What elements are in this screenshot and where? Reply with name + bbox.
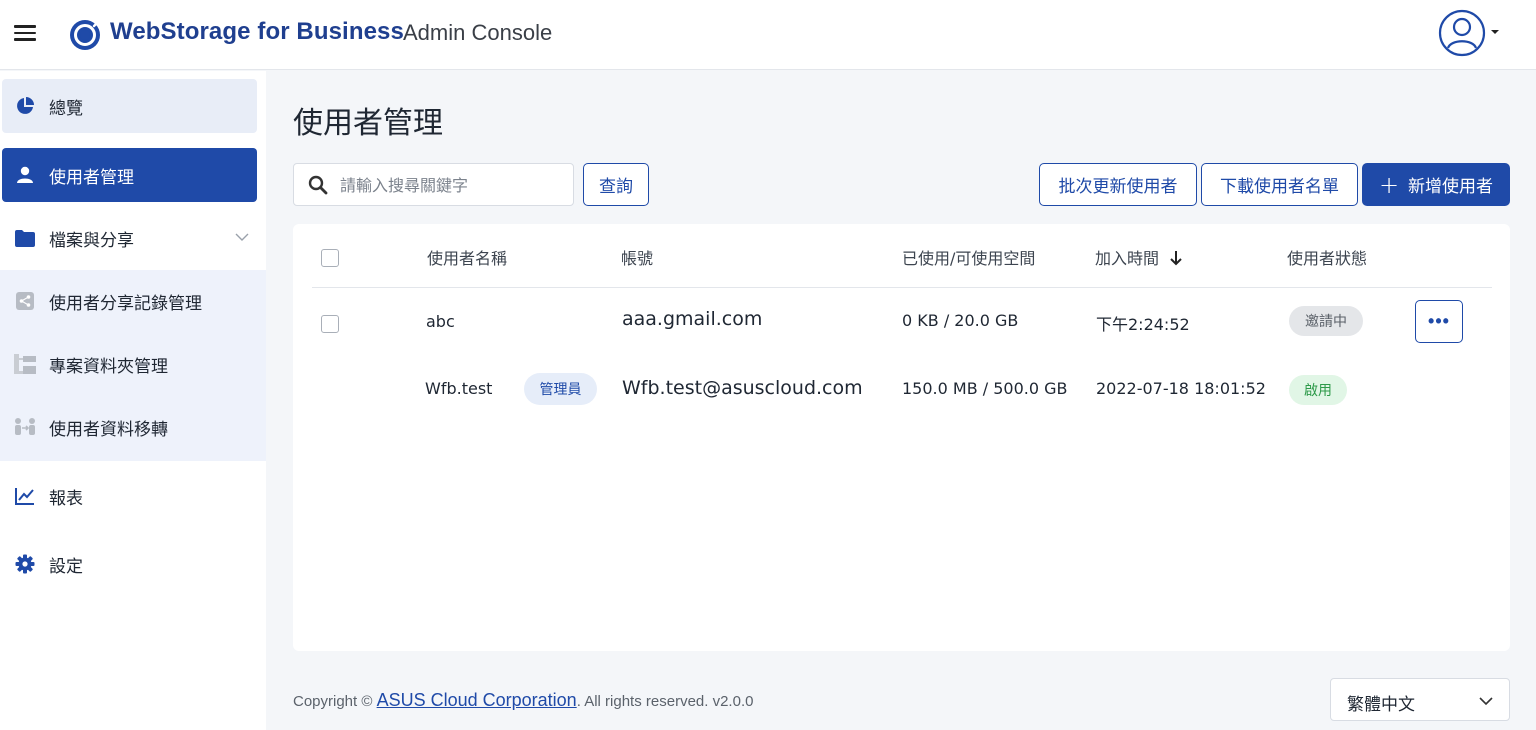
search-box: [293, 163, 574, 206]
sidebar-item-label: 總覽: [49, 98, 83, 119]
pie-chart-icon: [14, 95, 36, 117]
row-joined-time: 2022-07-18 18:01:52: [1096, 379, 1266, 398]
sidebar-item-files-sharing[interactable]: 檔案與分享: [2, 211, 257, 265]
copyright-text: Copyright © ASUS Cloud Corporation. All …: [293, 690, 753, 711]
more-actions-button[interactable]: •••: [1415, 300, 1463, 343]
gear-icon: [14, 553, 36, 575]
sidebar-item-label: 專案資料夾管理: [49, 356, 168, 377]
hamburger-menu-icon[interactable]: [14, 22, 36, 44]
column-header-username[interactable]: 使用者名稱: [427, 245, 507, 269]
sidebar-item-project-folders[interactable]: 專案資料夾管理: [2, 334, 257, 394]
sidebar-item-overview[interactable]: 總覽: [2, 79, 257, 133]
column-header-status[interactable]: 使用者狀態: [1287, 245, 1367, 269]
chevron-down-icon: [235, 233, 249, 241]
brand-name: WebStorage for Business: [110, 18, 404, 45]
copyright-suffix: . All rights reserved. v2.0.0: [576, 693, 754, 710]
select-all-checkbox[interactable]: [321, 249, 339, 267]
plus-icon: +: [1378, 170, 1400, 199]
sidebar-item-label: 使用者分享記錄管理: [49, 293, 202, 314]
sidebar-item-label: 使用者資料移轉: [49, 419, 168, 440]
row-username: abc: [426, 312, 455, 331]
sidebar-item-user-management[interactable]: 使用者管理: [2, 148, 257, 202]
chevron-down-icon: [1479, 697, 1493, 706]
sidebar-item-label: 設定: [49, 556, 83, 577]
user-icon: [14, 164, 36, 186]
share-icon: [14, 290, 36, 312]
top-header: WebStorage for Business Admin Console: [0, 0, 1536, 70]
copyright-prefix: Copyright ©: [293, 693, 377, 710]
webstorage-logo: [70, 20, 100, 50]
row-account: aaa.gmail.com: [622, 308, 763, 330]
sidebar-item-data-transfer[interactable]: 使用者資料移轉: [2, 397, 257, 457]
sort-arrow-down-icon[interactable]: [1169, 250, 1183, 266]
row-storage: 0 KB / 20.0 GB: [902, 311, 1019, 330]
files-submenu: 使用者分享記錄管理 專案資料夾管理 使用者資料移轉: [0, 270, 266, 461]
sidebar-item-settings[interactable]: 設定: [2, 537, 257, 591]
row-storage: 150.0 MB / 500.0 GB: [902, 379, 1068, 398]
line-chart-icon: [14, 485, 36, 507]
language-select[interactable]: 繁體中文: [1330, 678, 1510, 721]
row-account: Wfb.test@asuscloud.com: [622, 377, 863, 399]
user-avatar-icon[interactable]: [1438, 9, 1486, 57]
row-checkbox[interactable]: [321, 315, 339, 333]
company-link[interactable]: ASUS Cloud Corporation: [377, 690, 577, 710]
row-joined-time: 下午2:24:52: [1096, 315, 1190, 334]
header-divider: [312, 287, 1492, 288]
sidebar: 總覽 使用者管理 檔案與分享 使用者分享記錄管理 專案資料夾管理 使用者資料移轉…: [0, 71, 266, 730]
batch-update-users-button[interactable]: 批次更新使用者: [1039, 163, 1197, 206]
column-header-account[interactable]: 帳號: [621, 245, 653, 269]
column-header-joined-label: 加入時間: [1095, 249, 1160, 268]
search-input[interactable]: [340, 173, 564, 197]
column-header-joined-time[interactable]: 加入時間: [1095, 245, 1183, 269]
column-header-storage[interactable]: 已使用/可使用空間: [902, 245, 1035, 269]
sidebar-item-label: 使用者管理: [49, 167, 134, 188]
users-table: 使用者名稱 帳號 已使用/可使用空間 加入時間 使用者狀態 abc aaa.gm…: [293, 224, 1510, 651]
status-badge: 邀請中: [1289, 306, 1363, 336]
transfer-icon: [14, 416, 36, 438]
query-button[interactable]: 查詢: [583, 163, 649, 206]
download-user-list-button[interactable]: 下載使用者名單: [1201, 163, 1358, 206]
status-badge: 啟用: [1289, 375, 1347, 405]
brand-subtitle: Admin Console: [403, 20, 553, 45]
page-title: 使用者管理: [293, 106, 443, 141]
folder-icon: [14, 227, 36, 249]
add-user-label: 新增使用者: [1408, 177, 1494, 197]
project-folder-icon: [14, 353, 36, 375]
caret-down-icon[interactable]: [1490, 28, 1500, 36]
admin-badge: 管理員: [524, 373, 597, 405]
row-username: Wfb.test: [425, 379, 493, 398]
sidebar-item-reports[interactable]: 報表: [2, 469, 257, 523]
sidebar-item-label: 檔案與分享: [49, 230, 134, 251]
search-icon: [308, 175, 328, 195]
sidebar-item-label: 報表: [49, 488, 83, 509]
add-user-button[interactable]: + 新增使用者: [1362, 163, 1510, 206]
sidebar-item-share-records[interactable]: 使用者分享記錄管理: [2, 271, 257, 331]
language-value: 繁體中文: [1347, 695, 1415, 715]
